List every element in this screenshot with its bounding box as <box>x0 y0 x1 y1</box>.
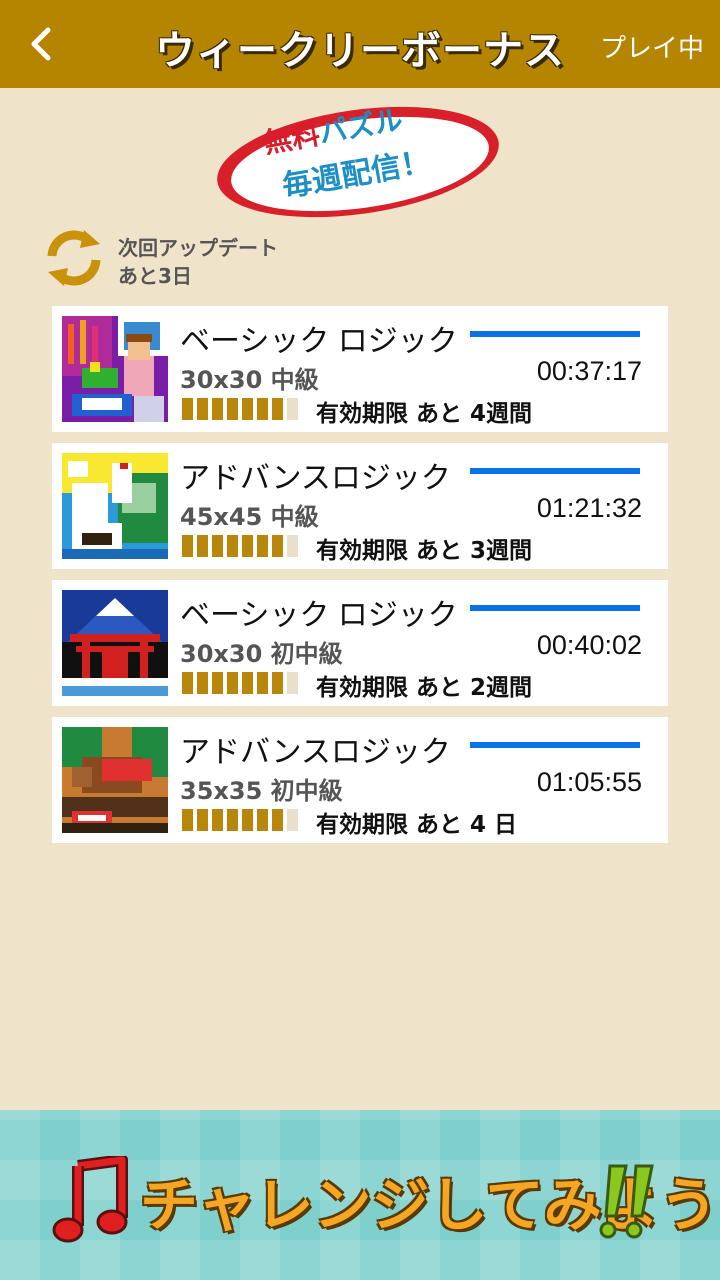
puzzle-thumbnail <box>62 590 168 696</box>
puzzle-thumbnail <box>62 453 168 559</box>
puzzle-size-level: 30x30 初中級 <box>180 640 343 668</box>
puzzle-card[interactable]: アドバンスロジック 45x45 中級 01:21:32 有効期限 あと 3週間 <box>52 443 668 569</box>
puzzle-title: ベーシック ロジック <box>180 325 458 358</box>
progress-line <box>470 742 640 748</box>
expiry-block <box>197 535 208 557</box>
puzzle-title: アドバンスロジック <box>180 736 451 769</box>
header-bar: ウィークリーボーナス プレイ中 <box>0 0 720 88</box>
expiry-block <box>212 398 223 420</box>
puzzle-size-level: 30x30 中級 <box>180 366 319 394</box>
expiry-block <box>287 535 298 557</box>
expiry-block <box>212 672 223 694</box>
puzzle-thumbnail <box>62 316 168 422</box>
expiry-block <box>182 809 193 831</box>
next-update-label: 次回アップデート <box>118 236 278 260</box>
expiry-block <box>182 535 193 557</box>
expiry-block <box>257 398 268 420</box>
progress-line <box>470 331 640 337</box>
puzzle-size-level: 35x35 初中級 <box>180 777 343 805</box>
puzzle-expiry: 有効期限 あと 4週間 <box>316 401 533 427</box>
expiry-block <box>212 535 223 557</box>
expiry-block <box>182 398 193 420</box>
expiry-block <box>257 535 268 557</box>
expiry-block <box>257 809 268 831</box>
puzzle-card[interactable]: ベーシック ロジック 30x30 初中級 00:40:02 有効期限 あと 2週… <box>52 580 668 706</box>
expiry-block <box>197 398 208 420</box>
puzzle-expiry: 有効期限 あと 3週間 <box>316 538 533 564</box>
puzzle-play-time: 01:21:32 <box>536 493 642 523</box>
puzzle-card[interactable]: ベーシック ロジック 30x30 中級 00:37:17 有効期限 あと 4週間 <box>52 306 668 432</box>
puzzle-play-time: 01:05:55 <box>536 767 642 797</box>
puzzle-title: ベーシック ロジック <box>180 599 458 632</box>
double-exclamation-icon <box>599 1164 654 1239</box>
puzzle-expiry: 有効期限 あと 2週間 <box>316 675 533 701</box>
challenge-banner[interactable]: チャレンジしてみよう <box>0 1110 720 1280</box>
badge-free-text: 無料 <box>261 117 323 160</box>
progress-line <box>470 468 640 474</box>
expiry-block <box>182 672 193 694</box>
expiry-block <box>197 809 208 831</box>
expiry-block <box>272 672 283 694</box>
progress-line <box>470 605 640 611</box>
expiry-block <box>242 809 253 831</box>
expiry-block <box>272 809 283 831</box>
expiry-block <box>272 535 283 557</box>
expiry-block <box>272 398 283 420</box>
puzzle-thumbnail <box>62 727 168 833</box>
expiry-block <box>227 809 238 831</box>
expiry-block <box>287 672 298 694</box>
puzzle-expiry: 有効期限 あと 4 日 <box>316 812 518 838</box>
expiry-block <box>212 809 223 831</box>
expiry-block <box>287 809 298 831</box>
next-update-info: 次回アップデート あと3日 <box>118 234 278 290</box>
puzzle-play-time: 00:40:02 <box>536 630 642 660</box>
puzzle-title: アドバンスロジック <box>180 462 451 495</box>
expiry-block <box>287 398 298 420</box>
expiry-block <box>227 398 238 420</box>
free-puzzle-badge: 無料パズル 毎週配信！ <box>208 100 508 220</box>
expiry-block <box>227 672 238 694</box>
puzzle-size-level: 45x45 中級 <box>180 503 319 531</box>
music-note-icon <box>52 1156 128 1243</box>
expiry-block <box>227 535 238 557</box>
refresh-icon <box>47 230 101 286</box>
puzzle-play-time: 00:37:17 <box>536 356 642 386</box>
expiry-block <box>242 535 253 557</box>
puzzle-card[interactable]: アドバンスロジック 35x35 初中級 01:05:55 有効期限 あと 4 日 <box>52 717 668 843</box>
expiry-block <box>257 672 268 694</box>
next-update-remaining: あと3日 <box>118 264 192 288</box>
expiry-block <box>197 672 208 694</box>
play-status[interactable]: プレイ中 <box>600 28 704 65</box>
expiry-block <box>242 672 253 694</box>
expiry-block <box>242 398 253 420</box>
